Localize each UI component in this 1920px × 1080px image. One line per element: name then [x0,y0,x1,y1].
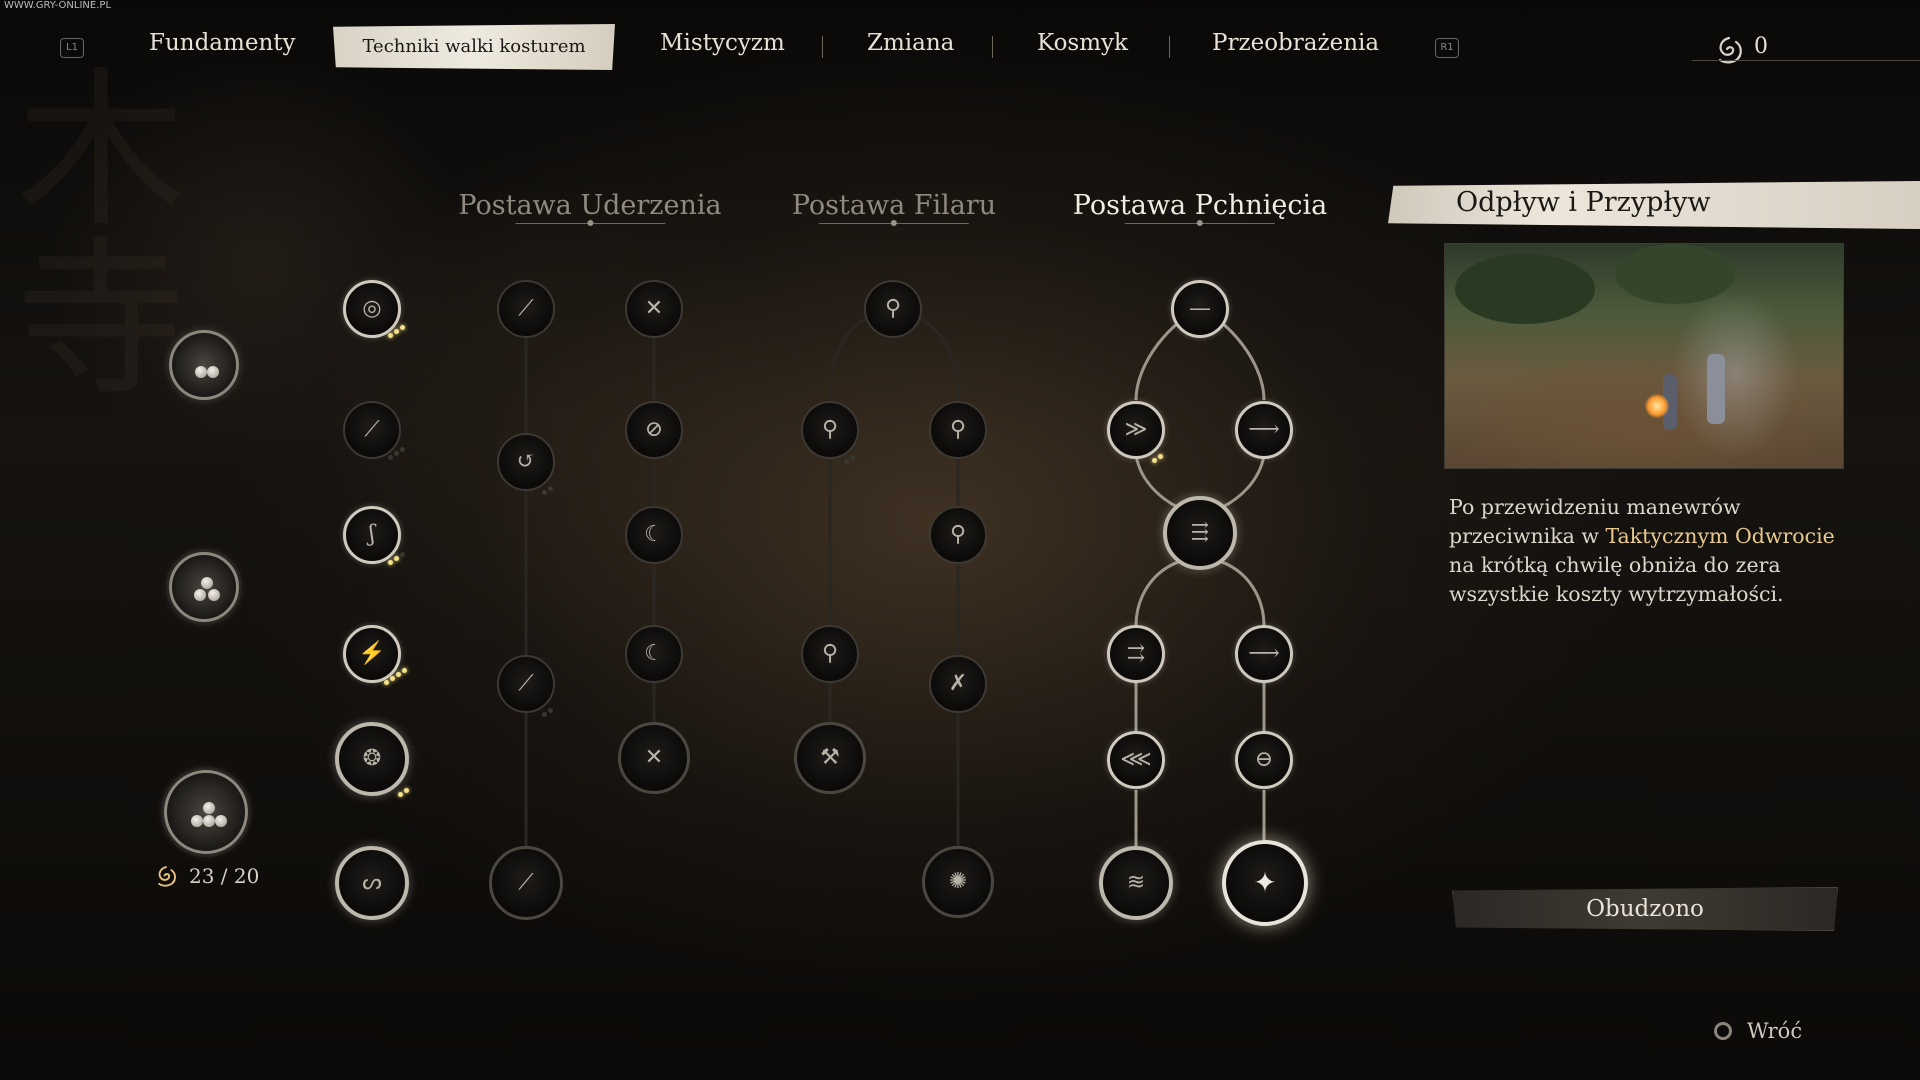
skill-node[interactable]: ❂ [335,722,409,796]
unlock-dots [384,668,407,685]
skill-node[interactable]: ⚒ [794,722,866,794]
stance-points-counter: 23 / 20 [189,864,260,888]
skill-node[interactable]: ≋ [1099,846,1173,920]
staff-icon: ⟋ [518,671,534,696]
skill-node[interactable]: — [1171,280,1229,338]
spiral-icon: ◎ [362,296,382,321]
desc-text: na krótką chwilę obniża do zera wszystki… [1449,553,1784,606]
pillar-spin-icon: ⚲ [949,522,967,547]
strike-icon: ⚡ [358,641,386,666]
unlock-dots [388,552,410,566]
swirl-icon: ᔕ [362,870,382,895]
pillar-icon: ⚲ [821,641,839,666]
thrust-icon: ⇉ [1126,641,1146,666]
stance-level-1-node[interactable] [169,330,239,400]
multi-thrust-icon: ⇶ [1190,520,1210,545]
hook-icon: ʃ [369,522,375,547]
skill-node[interactable]: ☾ [625,506,683,564]
unlock-dots [542,484,564,498]
loop-icon: ↺ [516,449,536,474]
unlock-dots [388,325,410,339]
skill-node[interactable]: ⚲ [864,280,922,338]
skill-node[interactable]: ⇶ [1163,496,1237,570]
stance-level-3-node[interactable] [164,770,248,854]
skill-node[interactable]: ☾ [625,625,683,683]
skill-point-icon [158,866,176,887]
unlock-dots [542,706,564,720]
skill-node[interactable]: ⟋ [497,280,555,338]
thrust-icon: ≫ [1124,417,1148,442]
skill-node-selected[interactable]: ✦ [1222,840,1308,926]
staff-icon: ⟋ [518,296,534,321]
skill-node[interactable]: ⟶ [1235,625,1293,683]
skill-title: Odpływ i Przypływ [1456,187,1711,218]
skill-node[interactable]: ↺ [497,433,555,491]
pillar-icon: ⚲ [884,296,902,321]
skill-node[interactable]: ⊘ [625,401,683,459]
skill-node[interactable]: ⟋ [497,655,555,713]
skill-preview-image [1444,243,1844,469]
desc-highlight: Taktycznym Odwrocie [1605,524,1835,548]
star-thrust-icon: ✦ [1253,866,1277,899]
slash-icon: ⊘ [644,417,664,442]
skill-node[interactable]: ⇉ [1107,625,1165,683]
skill-node[interactable]: ⚲ [801,401,859,459]
skill-node[interactable]: ⟶ [1235,401,1293,459]
skill-node[interactable]: ⚲ [929,401,987,459]
skill-node[interactable]: ᔕ [335,846,409,920]
vortex-icon: ✺ [948,869,968,894]
thrust-icon: ⟶ [1248,417,1280,442]
skill-node[interactable]: ⚲ [801,625,859,683]
unlock-dots [844,453,866,467]
skill-node[interactable]: ✺ [922,846,994,918]
pillar-icon: ⚲ [949,417,967,442]
skill-node[interactable]: ≫ [1107,401,1165,459]
crescent-icon: ☾ [644,641,664,666]
hammer-icon: ⚒ [820,745,840,770]
arrow-icon: ⋘ [1120,747,1152,772]
skill-node[interactable]: ✗ [929,655,987,713]
target-icon: ⊖ [1254,747,1274,772]
unlock-dots [398,786,420,800]
unlock-dots [388,447,410,461]
skill-node[interactable]: ⚲ [929,506,987,564]
unlock-dots [1152,452,1174,466]
whirl-icon: ❂ [362,746,382,771]
pillar-icon: ⚲ [821,417,839,442]
cross-staff-icon: ✕ [644,296,664,321]
wave-icon: ≋ [1126,870,1146,895]
back-button[interactable]: Wróć [1747,1019,1802,1043]
skill-node[interactable]: ⋘ [1107,731,1165,789]
circle-button-icon [1714,1022,1732,1040]
stance-level-2-node[interactable] [169,552,239,622]
staff-icon: ⟋ [364,417,380,442]
skill-node[interactable]: ✕ [625,280,683,338]
crescent-icon: ☾ [644,522,664,547]
staff-icon: ⟋ [518,870,534,895]
cross-staff-icon: ✕ [644,745,664,770]
thrust-icon: ⟶ [1248,641,1280,666]
skill-node[interactable]: ⊖ [1235,731,1293,789]
skill-node[interactable]: ✕ [618,722,690,794]
cross-icon: ✗ [948,671,968,696]
thrust-icon: — [1189,296,1211,321]
status-awakened: Obudzono [1452,887,1838,931]
skill-node[interactable]: ⟋ [489,846,563,920]
skill-description: Po przewidzeniu manewrów przeciwnika w T… [1449,493,1849,609]
